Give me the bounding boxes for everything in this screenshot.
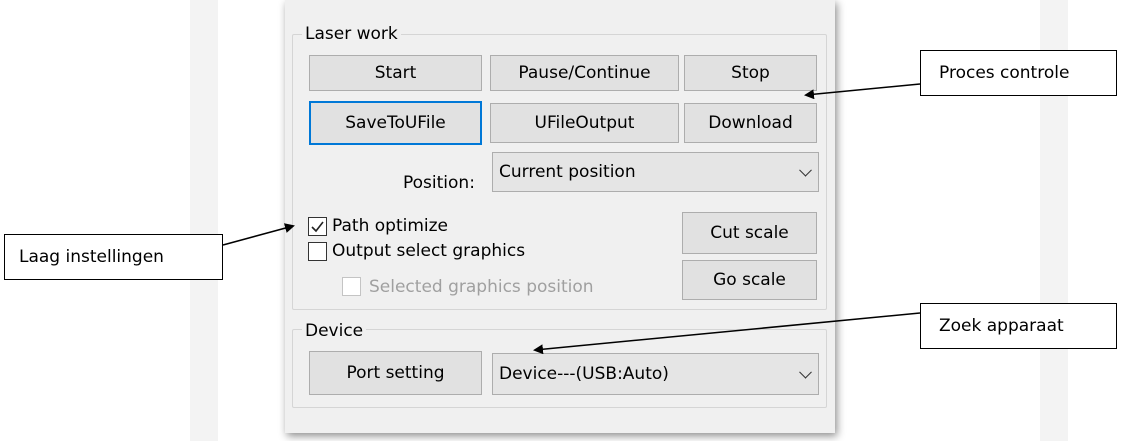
arrow-laag-instellingen: [222, 223, 295, 246]
arrow-proces-controle: [804, 83, 921, 100]
arrow-zoek-apparaat: [533, 312, 921, 355]
callout-arrows: [222, 83, 921, 355]
